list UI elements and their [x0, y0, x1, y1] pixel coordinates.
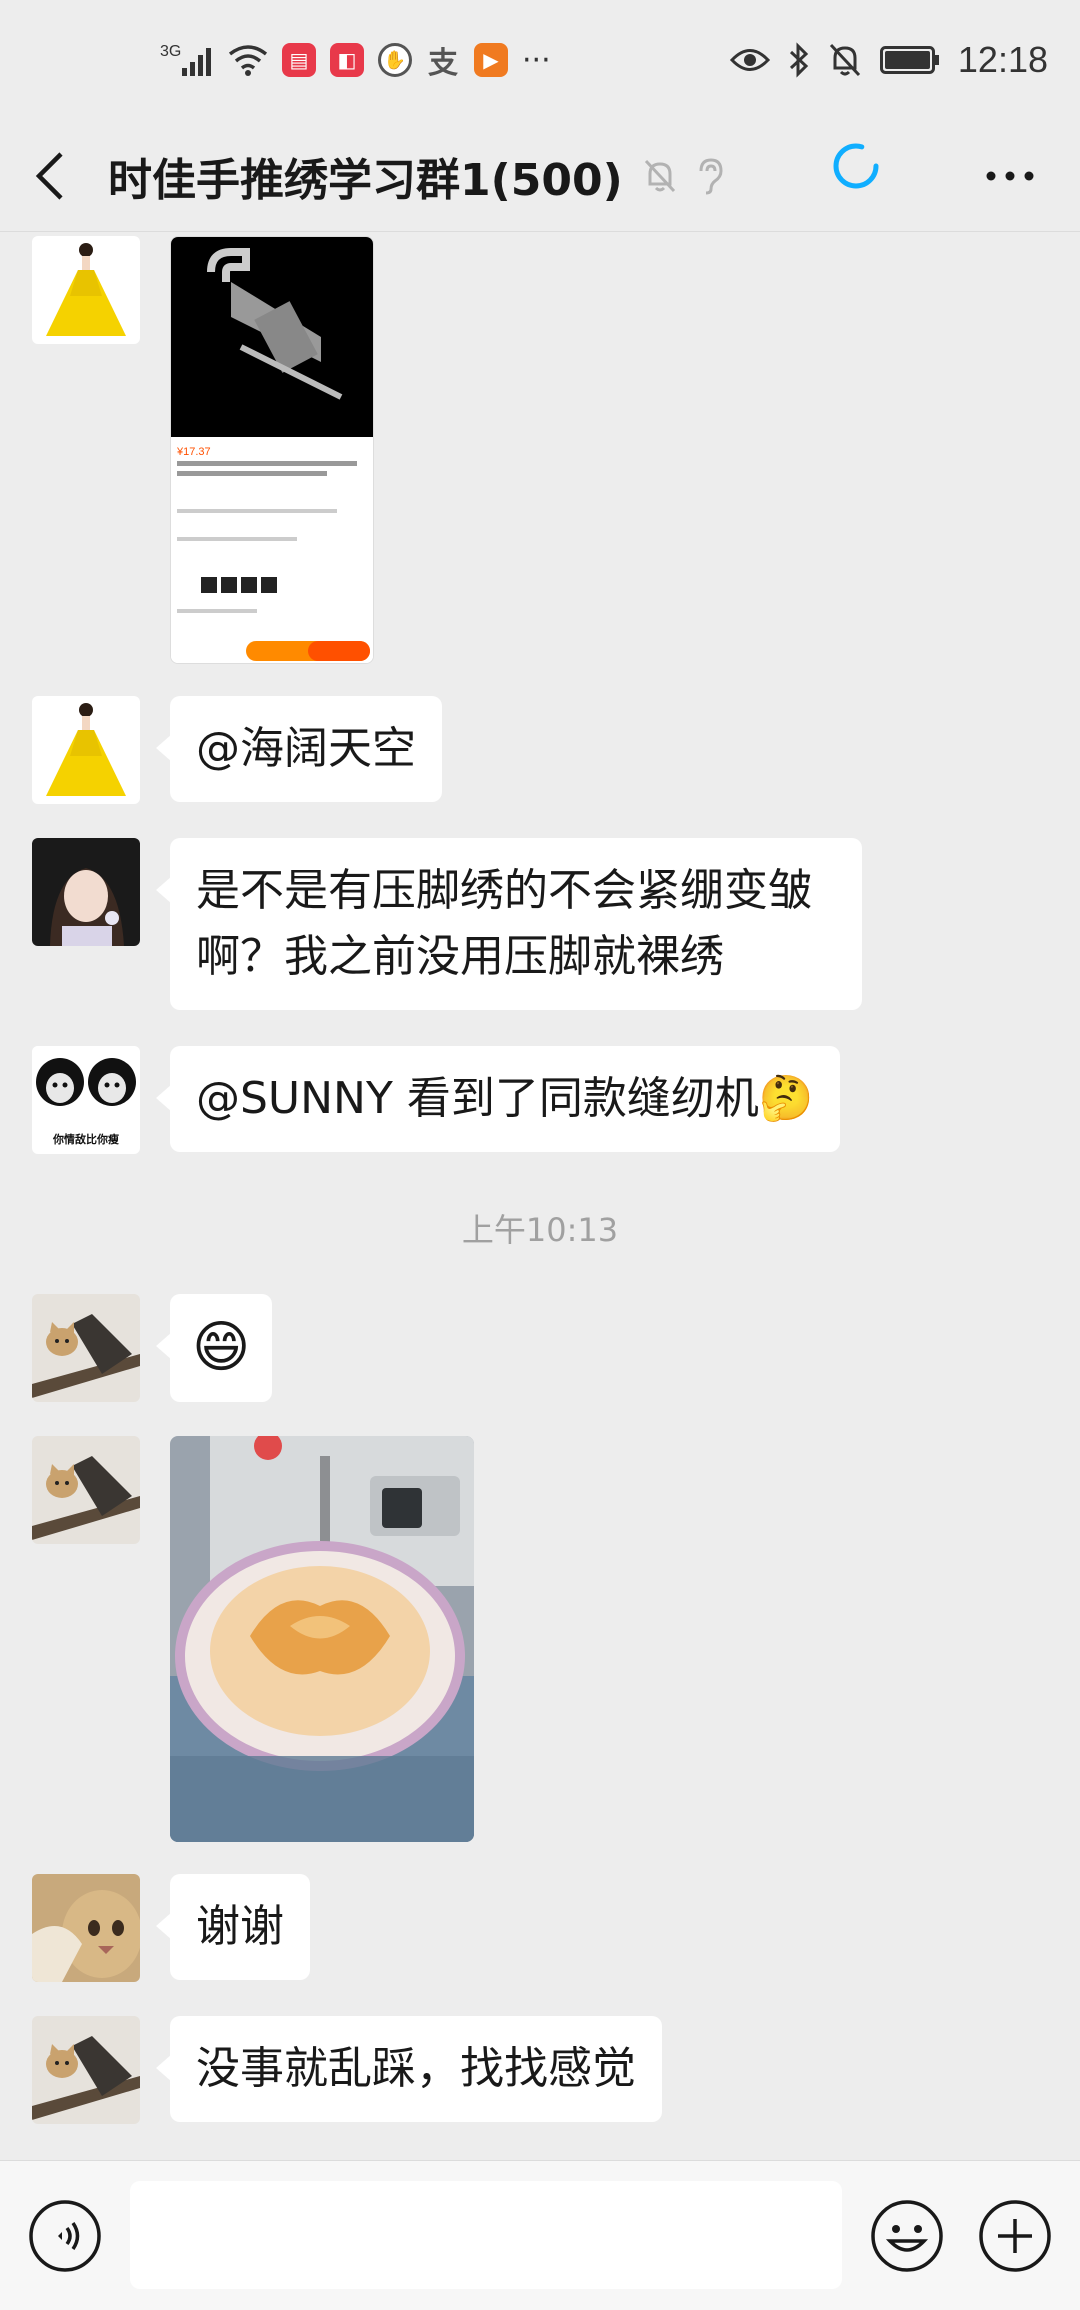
chat-header: 时佳手推绣学习群1(500)	[0, 120, 1080, 232]
yellow-dress-girl-avatar-image	[32, 696, 140, 804]
message-bubble[interactable]: 没事就乱踩，找找感觉	[156, 2016, 662, 2122]
smiley-face-icon	[871, 2200, 943, 2272]
network-type-label: 3G	[160, 43, 181, 60]
message-timestamp: 上午10:13	[461, 1211, 619, 1249]
message-text: 没事就乱踩，找找感觉	[196, 2043, 636, 2094]
embroidery-photo-graphic	[170, 1436, 474, 1842]
yellow-dress-girl-avatar-image	[32, 236, 140, 344]
avatar-girl-portrait[interactable]	[32, 838, 140, 946]
eye-icon	[729, 45, 770, 75]
more-notifications-icon: ···	[522, 42, 551, 78]
cat-on-branch-avatar-image	[32, 1436, 140, 1544]
product-screenshot-image[interactable]: ¥17.37	[170, 236, 374, 664]
product-screenshot-graphic: ¥17.37	[171, 237, 373, 663]
voice-input-button[interactable]	[28, 2199, 102, 2273]
message-text-line: 啊？我之前没用压脚就裸绣	[196, 931, 724, 982]
avatar-cat-closeup[interactable]	[32, 1874, 140, 1982]
cat-on-branch-avatar-image	[32, 1294, 140, 1402]
wifi-icon	[228, 42, 268, 78]
reader-app-icon: ▤	[282, 43, 316, 77]
loading-spinner-icon	[833, 143, 879, 189]
message-input[interactable]	[130, 2181, 842, 2289]
more-dots-icon	[986, 171, 1034, 181]
message-bubble[interactable]: 是不是有压脚绣的不会紧绷变皱 啊？我之前没用压脚就裸绣	[156, 838, 862, 1010]
shop-app-icon: ◧	[330, 43, 364, 77]
chat-title: 时佳手推绣学习群1(500)	[108, 154, 623, 206]
avatar-cat-on-branch[interactable]	[32, 1436, 140, 1544]
mute-notifications-icon	[644, 159, 675, 192]
chat-input-bar	[0, 2160, 1080, 2310]
message-bubble[interactable]: @海阔天空	[156, 696, 442, 802]
message-text-line: 是不是有压脚绣的不会紧绷变皱	[196, 865, 812, 916]
status-bar: 3G ▤ ◧ ✋ 支 ▶ ··· 12:18	[0, 0, 1080, 120]
message-text: @SUNNY 看到了同款缝纫机	[196, 1073, 759, 1124]
cat-closeup-avatar-image	[32, 1874, 140, 1982]
mute-bell-icon	[828, 42, 862, 78]
emoji-message-bubble[interactable]: 😄	[155, 1294, 273, 1402]
back-button[interactable]	[0, 120, 100, 232]
more-options-button[interactable]	[960, 120, 1060, 232]
thinking-face-emoji: 🤔	[758, 1073, 814, 1124]
panda-meme-avatar-image	[32, 1046, 140, 1126]
back-arrow-icon	[35, 151, 63, 200]
cellular-signal-icon: 3G	[160, 40, 214, 80]
status-right-group: 12:18	[729, 39, 1048, 81]
earpiece-mode-icon	[699, 157, 723, 194]
status-left-group: 3G ▤ ◧ ✋ 支 ▶ ···	[160, 40, 551, 82]
battery-icon	[879, 44, 940, 76]
avatar-panda-meme[interactable]: 你情敌比你瘦	[32, 1046, 140, 1154]
product-price: ¥17.37	[176, 446, 211, 458]
emoji-picker-button[interactable]	[870, 2199, 944, 2273]
avatar-cat-on-branch[interactable]	[32, 1294, 140, 1402]
message-text: 谢谢	[196, 1901, 284, 1952]
embroidery-photo-image[interactable]	[170, 1436, 474, 1842]
avatar-yellow-dress-girl[interactable]	[32, 696, 140, 804]
more-functions-button[interactable]	[978, 2199, 1052, 2273]
voice-icon	[29, 2200, 101, 2272]
video-app-icon: ▶	[474, 43, 508, 77]
girl-portrait-avatar-image	[32, 838, 140, 946]
message-bubble[interactable]: @SUNNY 看到了同款缝纫机🤔	[156, 1046, 840, 1152]
plus-circle-icon	[979, 2200, 1051, 2272]
alipay-app-icon: 支	[428, 46, 458, 81]
grinning-face-emoji: 😄	[192, 1315, 251, 1380]
message-text: @海阔天空	[196, 723, 416, 774]
clock-time: 12:18	[957, 39, 1048, 80]
chat-status-icons	[643, 157, 725, 195]
message-bubble[interactable]: 谢谢	[156, 1874, 310, 1980]
avatar-yellow-dress-girl[interactable]	[32, 236, 140, 344]
avatar-caption: 你情敌比你瘦	[53, 1133, 119, 1146]
avatar-cat-on-branch[interactable]	[32, 2016, 140, 2124]
cat-on-branch-avatar-image	[32, 2016, 140, 2124]
bluetooth-icon	[788, 42, 810, 78]
hand-app-icon: ✋	[378, 43, 412, 77]
